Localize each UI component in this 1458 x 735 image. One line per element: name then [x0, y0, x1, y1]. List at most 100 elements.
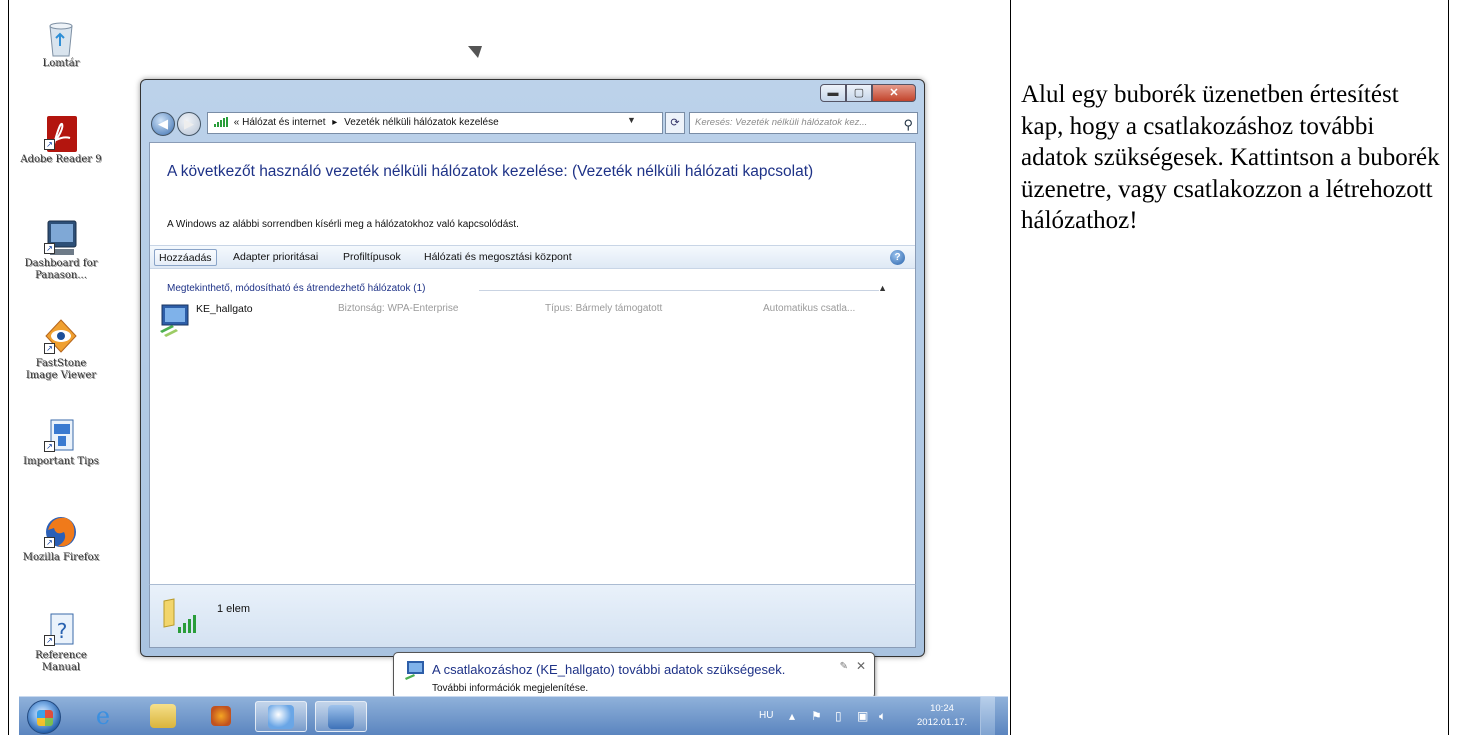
- taskbar-internet-explorer[interactable]: e: [77, 701, 129, 732]
- table-border-right: [1448, 0, 1449, 735]
- recycle-bin-icon: [44, 18, 78, 57]
- search-icon[interactable]: ⚲: [903, 115, 913, 133]
- desktop-screenshot: Lomtár ↗ Adobe Reader 9 ↗ Dashboard for …: [19, 0, 1008, 735]
- back-button[interactable]: ◀: [151, 112, 175, 136]
- desktop-icon-important-tips[interactable]: ↗ Important Tips: [19, 416, 103, 468]
- desktop-icon-dashboard[interactable]: ↗ Dashboard for Panason...: [19, 218, 103, 282]
- sharing-center-button[interactable]: Hálózati és megosztási központ: [420, 249, 576, 266]
- add-button[interactable]: Hozzáadás: [154, 249, 217, 266]
- taskbar-media-player[interactable]: [195, 701, 247, 732]
- wireless-network-icon: [405, 661, 424, 680]
- desktop-icon-faststone[interactable]: ↗ FastStone Image Viewer: [19, 318, 103, 382]
- breadcrumb-separator[interactable]: ▸: [332, 117, 337, 128]
- language-indicator[interactable]: HU: [759, 710, 773, 721]
- address-bar[interactable]: « Hálózat és internet ▸ Vezeték nélküli …: [207, 112, 663, 134]
- desktop-icon-firefox[interactable]: ↗ Mozilla Firefox: [19, 512, 103, 564]
- network-security: Biztonság: WPA-Enterprise: [338, 303, 459, 314]
- reference-manual-icon: ? ↗: [44, 610, 78, 646]
- desktop-icon-label: Adobe Reader 9: [20, 154, 102, 165]
- desktop-icon-label: Mozilla Firefox: [22, 552, 100, 563]
- show-hidden-icons-icon[interactable]: ▴: [789, 709, 795, 723]
- shortcut-arrow-icon: ↗: [44, 243, 55, 254]
- folder-icon: [150, 704, 176, 728]
- search-placeholder: Keresés: Vezeték nélküli hálózatok kez..…: [695, 117, 868, 128]
- shortcut-arrow-icon: ↗: [44, 343, 55, 354]
- network-type: Típus: Bármely támogatott: [545, 303, 663, 314]
- dashboard-icon: ↗: [44, 218, 78, 255]
- desktop-icon-label: Lomtár: [42, 58, 80, 69]
- search-input[interactable]: Keresés: Vezeték nélküli hálózatok kez..…: [689, 112, 918, 134]
- desktop-icon-label: Dashboard for Panason...: [24, 258, 98, 281]
- network-mode: Automatikus csatla...: [763, 303, 856, 314]
- adobe-reader-icon: ↗: [44, 114, 78, 152]
- shortcut-arrow-icon: ↗: [44, 537, 55, 548]
- control-panel-icon: [328, 705, 354, 729]
- instruction-text: Alul egy buborék üzenetben értesítést ka…: [1021, 81, 1440, 234]
- group-header-label: Megtekinthető, módosítható és átrendezhe…: [167, 283, 426, 294]
- breadcrumb-manage-wireless[interactable]: Vezeték nélküli hálózatok kezelése: [344, 117, 499, 128]
- wireless-folder-icon: [163, 598, 196, 633]
- shortcut-arrow-icon: ↗: [44, 139, 55, 150]
- collapse-icon[interactable]: ▲: [878, 283, 887, 293]
- start-button[interactable]: [27, 700, 61, 734]
- item-count: 1 elem: [217, 603, 251, 615]
- group-divider: [479, 290, 879, 291]
- media-player-icon: [211, 706, 231, 726]
- taskbar: e HU ▴ ⚑ ▯ ▣ 🔈︎ 10:24 2012.01.17.: [19, 696, 1008, 735]
- adapter-priority-button[interactable]: Adapter prioritásai: [229, 249, 322, 266]
- desktop-icon-adobe-reader[interactable]: ↗ Adobe Reader 9: [19, 114, 103, 166]
- close-button[interactable]: ✕: [872, 84, 916, 102]
- desktop-icon-label: FastStone Image Viewer: [25, 358, 97, 381]
- paint-icon: [268, 705, 294, 729]
- firefox-icon: ↗: [44, 512, 78, 548]
- command-toolbar: Hozzáadás Adapter prioritásai Profiltípu…: [150, 245, 915, 269]
- internet-explorer-icon: e: [95, 702, 111, 730]
- network-list-item[interactable]: KE_hallgato Biztonság: WPA-Enterprise Tí…: [158, 303, 888, 343]
- breadcrumb-network-internet[interactable]: Hálózat és internet: [242, 117, 325, 128]
- shortcut-arrow-icon: ↗: [44, 635, 55, 646]
- action-center-flag-icon[interactable]: ⚑: [811, 709, 822, 723]
- taskbar-paint[interactable]: [255, 701, 307, 732]
- network-tray-icon[interactable]: ▣: [857, 709, 868, 723]
- breadcrumb-overflow[interactable]: «: [234, 117, 240, 128]
- desktop-icon-reference-manual[interactable]: ? ↗ Reference Manual: [19, 610, 103, 674]
- taskbar-control-panel[interactable]: [315, 701, 367, 732]
- notification-title[interactable]: A csatlakozáshoz (KE_hallgato) további a…: [432, 662, 785, 677]
- page-title: A következőt használó vezeték nélküli há…: [167, 163, 814, 180]
- balloon-tail: [468, 46, 482, 58]
- refresh-icon[interactable]: ⟳: [665, 112, 685, 134]
- content-pane: A következőt használó vezeték nélküli há…: [149, 142, 916, 647]
- forward-button[interactable]: ▶: [177, 112, 201, 136]
- window-controls: ▬ ▢ ✕: [820, 84, 916, 102]
- show-desktop-button[interactable]: [980, 697, 995, 735]
- profile-types-button[interactable]: Profiltípusok: [339, 249, 405, 266]
- table-border-left: [8, 0, 9, 735]
- address-dropdown-icon[interactable]: ▼: [627, 115, 636, 125]
- clock-time: 10:24: [930, 703, 954, 714]
- important-tips-icon: ↗: [44, 416, 78, 452]
- help-icon[interactable]: ?: [890, 250, 905, 265]
- options-icon[interactable]: ✎: [840, 661, 848, 672]
- desktop-icon-label: Important Tips: [23, 456, 99, 467]
- desktop-icon-recycle-bin[interactable]: Lomtár: [19, 18, 103, 70]
- manage-wireless-networks-window: ▬ ▢ ✕ ◀ ▶ « Hálózat és internet ▸ Vezeté…: [140, 79, 925, 657]
- clock-date: 2012.01.17.: [917, 717, 968, 728]
- page-description: A Windows az alábbi sorrendben kísérli m…: [167, 219, 519, 230]
- network-group-header[interactable]: Megtekinthető, módosítható és átrendezhe…: [167, 283, 887, 297]
- notification-more-info-link[interactable]: További információk megjelenítése.: [432, 683, 588, 694]
- navigation-bar: ◀ ▶ « Hálózat és internet ▸ Vezeték nélk…: [149, 110, 918, 136]
- battery-icon[interactable]: ▯: [835, 709, 842, 723]
- maximize-button[interactable]: ▢: [846, 84, 872, 102]
- shortcut-arrow-icon: ↗: [44, 441, 55, 452]
- taskbar-explorer[interactable]: [137, 701, 189, 732]
- wireless-network-icon: [160, 304, 189, 337]
- table-border-middle: [1010, 0, 1011, 735]
- minimize-button[interactable]: ▬: [820, 84, 846, 102]
- windows-logo-icon: [37, 710, 53, 726]
- notification-balloon[interactable]: A csatlakozáshoz (KE_hallgato) további a…: [393, 652, 875, 699]
- wireless-signal-icon: [214, 117, 228, 128]
- clock[interactable]: 10:24 2012.01.17.: [917, 702, 967, 730]
- volume-icon[interactable]: 🔈︎: [879, 709, 886, 724]
- close-icon[interactable]: ✕: [856, 659, 866, 673]
- faststone-eye-icon: ↗: [44, 318, 78, 354]
